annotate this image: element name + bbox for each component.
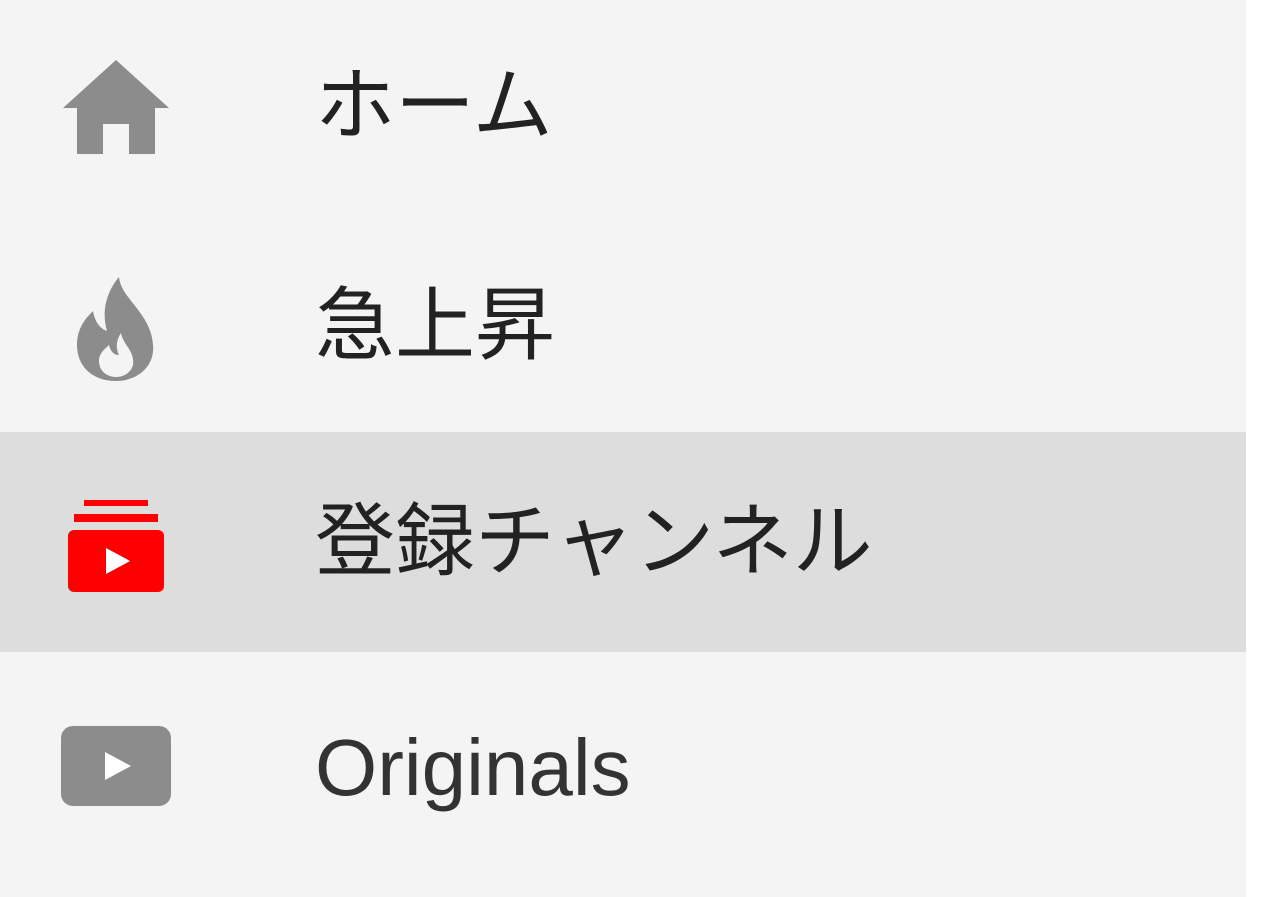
- home-icon: [56, 48, 176, 168]
- originals-icon: [56, 706, 176, 826]
- sidebar-item-label: ホーム: [315, 59, 553, 152]
- sidebar-item-subscriptions[interactable]: 登録チャンネル: [0, 432, 1246, 652]
- sidebar-item-home[interactable]: ホーム: [0, 0, 1246, 220]
- sidebar-item-label: 登録チャンネル: [315, 495, 873, 588]
- sidebar-item-label: 急上昇: [315, 279, 555, 372]
- sidebar-nav: ホーム 急上昇 登録チャンネル Originals: [0, 0, 1246, 897]
- sidebar-item-label: Originals: [315, 723, 631, 812]
- fire-icon: [56, 268, 176, 388]
- sidebar-item-originals[interactable]: Originals: [0, 652, 1246, 872]
- subscriptions-icon: [56, 488, 176, 608]
- sidebar-item-trending[interactable]: 急上昇: [0, 220, 1246, 440]
